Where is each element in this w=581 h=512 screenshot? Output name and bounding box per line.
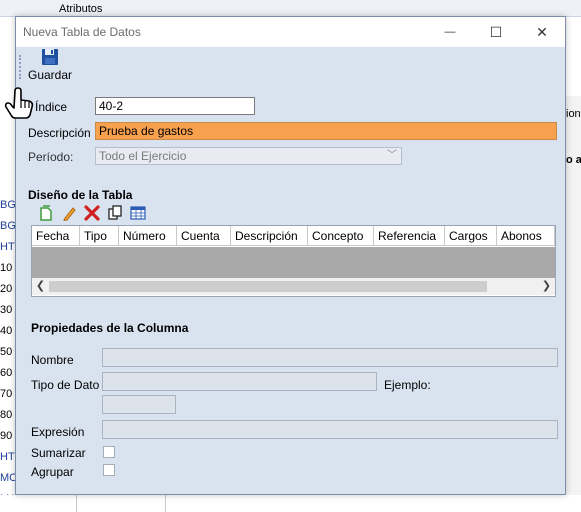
hand-pointer-icon — [4, 87, 34, 119]
close-button[interactable]: ✕ — [519, 17, 565, 47]
scrollbar-thumb[interactable] — [49, 281, 487, 292]
scroll-right-icon[interactable]: ❯ — [539, 279, 554, 294]
background-divider — [165, 495, 166, 512]
periodo-select[interactable]: Todo el Ejercicio ﹀ — [95, 147, 402, 165]
agrupar-checkbox[interactable] — [103, 464, 115, 476]
nombre-input[interactable] — [102, 348, 558, 367]
column-header[interactable]: Concepto — [308, 226, 374, 246]
minimize-button[interactable]: — — [427, 17, 473, 47]
ejemplo-label: Ejemplo: — [384, 378, 431, 392]
tipo-dato-input[interactable] — [102, 372, 377, 391]
table-icon[interactable] — [129, 204, 147, 222]
copy-icon[interactable] — [106, 204, 124, 222]
indice-label: Índice — [35, 100, 68, 114]
column-header[interactable]: Referencia — [374, 226, 445, 246]
dialog-title: Nueva Tabla de Datos — [23, 25, 141, 39]
delete-icon[interactable] — [83, 204, 101, 222]
floppy-disk-icon — [42, 49, 58, 65]
sumarizar-label: Sumarizar — [31, 446, 86, 460]
grid-body[interactable] — [32, 247, 555, 278]
save-label: Guardar — [27, 68, 73, 82]
background-right-text: ione — [566, 108, 581, 120]
maximize-button[interactable]: ☐ — [473, 17, 519, 47]
column-toolbar — [37, 203, 147, 223]
expresion-input[interactable] — [102, 420, 558, 439]
ejemplo-input[interactable] — [102, 395, 176, 414]
new-data-table-dialog: Nueva Tabla de Datos — ☐ ✕ Guardar Índic… — [15, 16, 566, 495]
chevron-down-icon: ﹀ — [387, 150, 397, 161]
background-tab-atributos[interactable]: Atributos — [59, 3, 102, 15]
sumarizar-checkbox[interactable] — [103, 446, 115, 458]
nombre-label: Nombre — [31, 353, 74, 367]
column-header[interactable]: Descripción — [231, 226, 308, 246]
maximize-icon: ☐ — [489, 23, 503, 40]
table-design-grid[interactable]: Fecha Tipo Número Cuenta Descripción Con… — [31, 225, 556, 297]
periodo-label: Período: — [28, 150, 74, 164]
descripcion-label: Descripción — [28, 126, 91, 140]
column-header[interactable]: Cargos — [445, 226, 497, 246]
column-header[interactable]: Tipo — [80, 226, 119, 246]
scroll-left-icon[interactable]: ❮ — [33, 279, 48, 294]
props-section-title: Propiedades de la Columna — [31, 321, 189, 335]
grid-header: Fecha Tipo Número Cuenta Descripción Con… — [32, 226, 555, 246]
background-bottom — [0, 495, 581, 512]
horizontal-scrollbar[interactable]: ❮ ❯ — [32, 278, 555, 295]
column-header[interactable]: Abonos — [497, 226, 555, 246]
edit-pencil-icon[interactable] — [60, 204, 78, 222]
minimize-icon: — — [444, 26, 456, 38]
column-header[interactable]: Fecha — [32, 226, 80, 246]
descripcion-input[interactable]: Prueba de gastos — [95, 122, 557, 140]
new-column-icon[interactable] — [37, 204, 55, 222]
background-divider — [76, 495, 77, 512]
column-header[interactable]: Cuenta — [177, 226, 231, 246]
save-button[interactable]: Guardar — [27, 48, 73, 82]
design-section-title: Diseño de la Tabla — [28, 188, 133, 202]
background-right-text: o al — [566, 154, 581, 166]
periodo-value: Todo el Ejercicio — [99, 149, 187, 163]
agrupar-label: Agrupar — [31, 465, 74, 479]
dialog-titlebar[interactable]: Nueva Tabla de Datos — ☐ ✕ — [16, 17, 565, 47]
toolbar-grip[interactable] — [19, 55, 23, 79]
column-header[interactable]: Número — [119, 226, 177, 246]
indice-input[interactable]: 40-2 — [95, 97, 255, 115]
tipo-dato-label: Tipo de Dato — [31, 378, 100, 392]
background-toolbar: Atributos — [0, 0, 581, 17]
close-icon: ✕ — [536, 23, 548, 40]
expresion-label: Expresión — [31, 425, 85, 439]
